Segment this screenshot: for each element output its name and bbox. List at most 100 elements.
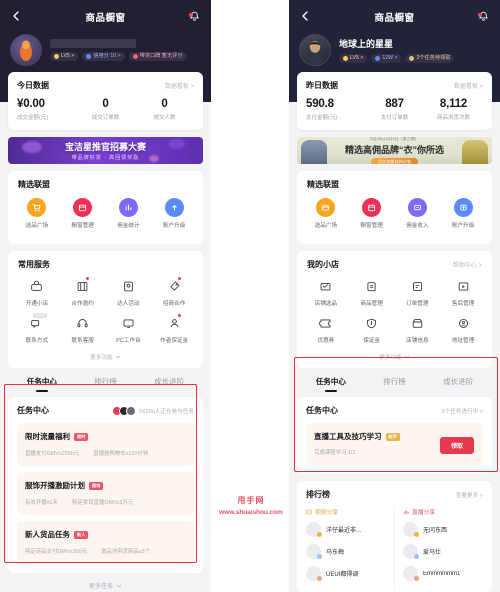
tab-task-center[interactable]: 任务中心: [299, 376, 363, 392]
rank-row[interactable]: Emmmmmm1: [403, 566, 483, 581]
myshop-item-deposit[interactable]: 保证金: [349, 315, 395, 344]
badge-level[interactable]: LV5 >: [339, 53, 368, 64]
bell-icon[interactable]: [188, 10, 201, 23]
rank-row[interactable]: UEUI都得调: [306, 566, 386, 581]
service-item-pc-workbench[interactable]: PC工作台: [106, 315, 152, 344]
avatar[interactable]: [299, 34, 331, 66]
claim-button[interactable]: 领取: [439, 437, 474, 454]
stat-payment-label: 支付金额(元): [306, 115, 338, 121]
alliance-item-commission[interactable]: 佣金统计: [106, 198, 152, 229]
tab-task-center[interactable]: 任务中心: [10, 376, 74, 392]
task-joiners: 56200人正在参与任务: [112, 405, 194, 416]
data-dashboard-link[interactable]: 数据看板 >: [165, 81, 194, 90]
myshop-item-address[interactable]: 地址管理: [440, 315, 486, 344]
myshop-item-product-mgmt[interactable]: 商品管理: [349, 278, 395, 307]
badge-credit[interactable]: 信用分 10 >: [82, 51, 125, 62]
task-status[interactable]: 3个任务进行中 >: [442, 407, 484, 415]
rank-more-link[interactable]: 查看更多 >: [456, 491, 483, 499]
myshop-item-aftersale[interactable]: 售后管理: [440, 278, 486, 307]
alliance-item-selection[interactable]: 选品广场: [303, 198, 349, 229]
bell-icon[interactable]: [477, 10, 490, 23]
alliance-header: 精选联盟: [14, 179, 197, 190]
right-phone-screen: 商品橱窗 地球上的星星 LV5 > 12W > 3个任务待领取 昨日数据 数据看…: [289, 0, 500, 592]
service-item-customer-service[interactable]: 联系客服: [60, 315, 106, 344]
alliance-item-selection[interactable]: 选品广场: [14, 198, 60, 229]
badge-reputation[interactable]: 带货口碑 暂无评分: [128, 51, 187, 62]
task-card-limited-traffic[interactable]: 限时流量福利 限时 直播支付GMV≥2000元 直播挂购物车≥120分钟: [17, 423, 194, 466]
video-icon: [306, 509, 312, 514]
watermark: 甩手网 www.shuaishou.com: [213, 495, 289, 516]
myshop-item-coupon[interactable]: 优惠券: [303, 315, 349, 344]
more-tasks-button[interactable]: 更多任务: [0, 573, 211, 592]
service-label: 招商合作: [162, 301, 186, 307]
help-center-link[interactable]: 帮助中心 >: [453, 260, 482, 269]
chat-icon: 未设置: [28, 313, 48, 332]
rank-row[interactable]: 马东梅: [306, 544, 386, 559]
badge-fans[interactable]: 12W >: [371, 53, 402, 64]
left-badge-row: LV5 > 信用分 10 > 带货口碑 暂无评分: [50, 51, 201, 62]
stat-buyers-label: 成交人数: [153, 115, 176, 121]
alliance-item-upgrade[interactable]: 账户升级: [151, 198, 197, 229]
tab-growth[interactable]: 成长进阶: [137, 376, 201, 392]
badge-level[interactable]: LV5 >: [50, 51, 79, 62]
service-item-open-shop[interactable]: 开通小店: [14, 278, 60, 307]
myshop-title: 我的小店: [307, 260, 339, 269]
alliance-label: 选品广场: [314, 223, 338, 229]
rank-row[interactable]: 爱马仕: [403, 544, 483, 559]
page-title: 商品橱窗: [374, 13, 415, 24]
data-dashboard-link[interactable]: 数据看板 >: [454, 81, 483, 90]
tab-ranking[interactable]: 排行榜: [74, 376, 138, 392]
left-today-data-card[interactable]: 今日数据 数据看板 > ¥0.00 成交金额(元) 0 成交订单数 0 成交人数: [8, 72, 203, 130]
fans-dot-icon: [375, 55, 381, 61]
rank-medal-icon: [414, 532, 419, 537]
rank-row[interactable]: 洋仔最近非...: [306, 522, 386, 537]
alliance-title: 精选联盟: [307, 180, 339, 189]
more-tasks-label: 更多任务: [88, 584, 113, 590]
service-item-talent-activity[interactable]: 达人活动: [106, 278, 152, 307]
stat-payment-value: 590.8: [306, 98, 334, 110]
chevron-down-icon: [116, 584, 122, 587]
services-more-button[interactable]: 更多功能: [14, 352, 197, 361]
stat-buyers: 0 成交人数: [135, 98, 194, 121]
rank-row[interactable]: 无问东西: [403, 522, 483, 537]
myshop-label: 售后管理: [451, 301, 475, 307]
myshop-item-select-goods[interactable]: 店铺选品: [303, 278, 349, 307]
badge-level-label: LV5 >: [61, 52, 75, 59]
chart-icon: [407, 198, 427, 217]
task-card-apparel-incentive[interactable]: 服饰开播激励计划 服饰 有效开播≥1天 特定类目直播GMV≥3万元: [17, 472, 194, 515]
myshop-label: 保证金: [363, 338, 381, 344]
alliance-item-window[interactable]: 橱窗管理: [349, 198, 395, 229]
right-promo-banner[interactable]: 5月25日-6月1日（第三期） 精选高佣品牌“衣”你所选 百亿流量扶持计划: [297, 137, 492, 164]
left-promo-banner[interactable]: 宝洁星推官招募大赛 带品牌好货 · 高回馈奖励: [8, 137, 203, 164]
service-item-merchant-coop[interactable]: 招商合作: [151, 277, 197, 307]
rank-user-name: 爱马仕: [423, 550, 442, 556]
service-item-contact-info[interactable]: 未设置 联系方式: [14, 313, 60, 344]
back-icon[interactable]: [299, 10, 311, 22]
rank-column-live: 直播分享 无问东西 爱马仕 Emmmmmm1: [403, 507, 483, 588]
service-label: 联系客服: [71, 338, 94, 344]
task-card-live-tools-learning[interactable]: 直播工具及技巧学习 新手 完成课程学习 1/3 领取: [306, 423, 483, 465]
alliance-item-window[interactable]: 橱窗管理: [60, 198, 106, 229]
alliance-item-commission[interactable]: 佣金收入: [395, 198, 441, 229]
banner-cta-pill[interactable]: 百亿流量扶持计划: [370, 157, 419, 164]
avatar[interactable]: [10, 34, 42, 66]
stat-orders: 0 成交订单数: [76, 98, 135, 121]
service-item-author-deposit[interactable]: 作者保证金: [151, 314, 197, 344]
tab-growth[interactable]: 成长进阶: [426, 376, 490, 392]
right-yesterday-data-card[interactable]: 昨日数据 数据看板 > 590.8 支付金额(元) 887 支付订单数 8,11…: [297, 72, 492, 130]
services-header: 常用服务: [14, 259, 197, 270]
myshop-item-order-mgmt[interactable]: 订单管理: [395, 278, 441, 307]
back-icon[interactable]: [10, 10, 22, 22]
rank-column-video: 视频分享 洋仔最近非... 马东梅 UEUI都得调: [306, 507, 386, 588]
location-icon: [455, 315, 472, 332]
alliance-item-upgrade[interactable]: 账户升级: [440, 198, 486, 229]
myshop-item-store-info[interactable]: 店铺信息: [395, 315, 441, 344]
service-item-cooperation[interactable]: 合作邀约: [60, 277, 106, 307]
tab-ranking[interactable]: 排行榜: [363, 376, 427, 392]
joiner-avatars: [112, 405, 137, 416]
task-card-newbie-goods[interactable]: 新人货品任务 新人 特定商品支付GMV≥300元 选品池带货商品≥3个: [17, 521, 194, 564]
service-label: 开通小店: [25, 301, 49, 307]
myshop-more-button[interactable]: 更多功能: [303, 352, 486, 361]
badge-pending-tasks[interactable]: 3个任务待领取: [405, 53, 455, 64]
stat-views-value: 8,112: [439, 98, 468, 110]
